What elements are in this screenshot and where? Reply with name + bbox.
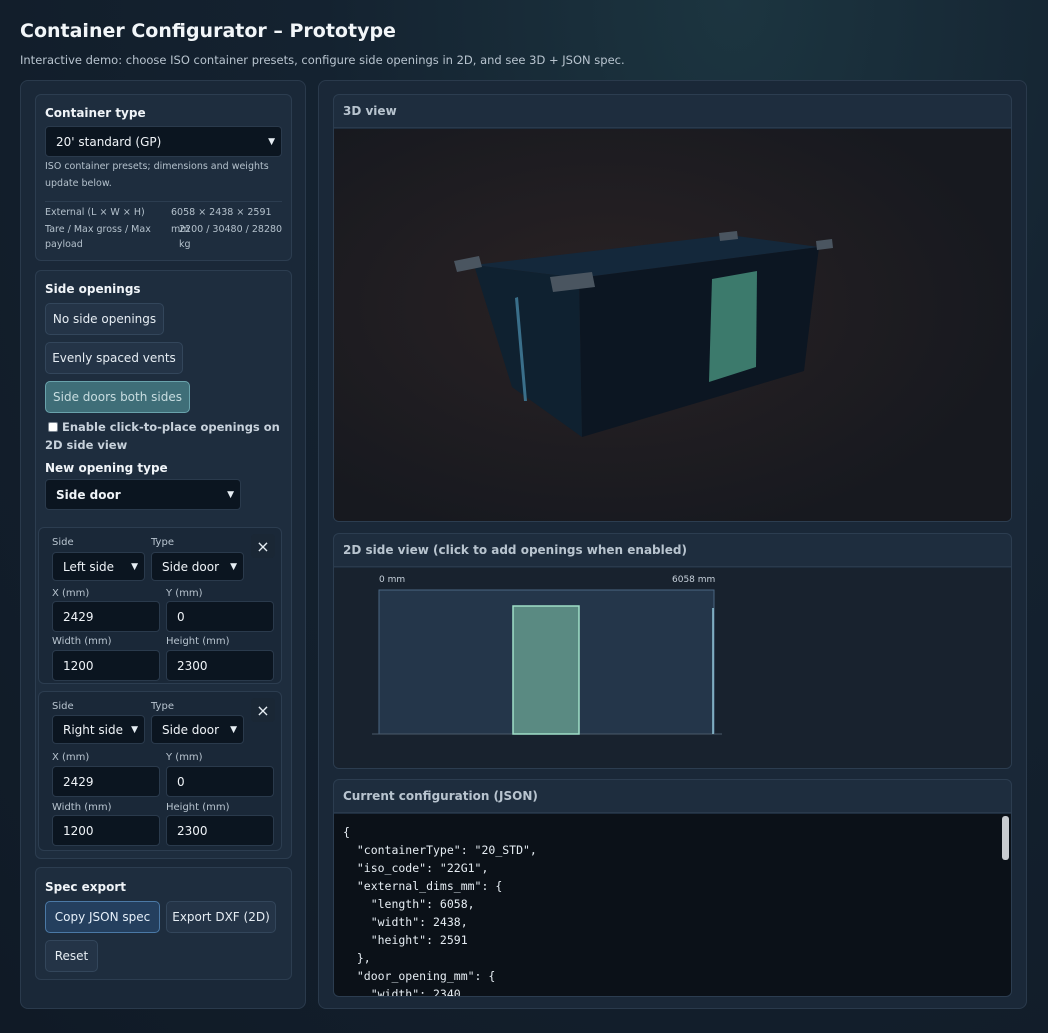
new-opening-type-value: Side door [56, 487, 121, 502]
opening-side-value: Left side [63, 559, 114, 574]
left-panel: Container type 20' standard (GP) ▼ ISO c… [20, 80, 306, 1009]
json-title: Current configuration (JSON) [334, 780, 1011, 813]
divider [45, 201, 282, 202]
width-value: 1200 [63, 658, 94, 673]
type-label: Type [151, 701, 174, 712]
external-dims-label: External (L × W × H) [45, 207, 145, 218]
page-title: Container Configurator – Prototype [20, 20, 396, 42]
view-2d-section: 2D side view (click to add openings when… [333, 533, 1012, 769]
type-label: Type [151, 537, 174, 548]
height-input[interactable]: 2300 [166, 650, 274, 681]
width-label: Width (mm) [52, 802, 112, 813]
copy-json-spec-button[interactable]: Copy JSON spec [45, 901, 160, 933]
y-label: Y (mm) [166, 752, 203, 763]
chevron-down-icon: ▼ [131, 561, 138, 572]
side-view-svg: 0 mm 6058 mm [372, 575, 722, 735]
json-scrollbar[interactable] [1002, 816, 1009, 860]
new-opening-type-select[interactable]: Side door ▼ [45, 479, 241, 510]
chevron-down-icon: ▼ [131, 724, 138, 735]
container-3d-render [334, 129, 1011, 521]
right-panel: 3D view 2D side view (click to add openi… [318, 80, 1027, 1009]
json-section: Current configuration (JSON) { "containe… [333, 779, 1012, 997]
x-input[interactable]: 2429 [52, 766, 160, 797]
chevron-down-icon: ▼ [227, 489, 234, 500]
view-3d-section: 3D view [333, 94, 1012, 522]
chevron-down-icon: ▼ [230, 724, 237, 735]
close-icon: × [256, 536, 270, 556]
view-3d-title: 3D view [334, 95, 1011, 128]
container-type-title: Container type [45, 106, 146, 120]
remove-opening-button[interactable]: × [251, 698, 275, 722]
view-2d-canvas[interactable]: 0 mm 6058 mm [334, 568, 1011, 768]
start-mm-label: 0 mm [379, 575, 405, 585]
y-value: 0 [177, 774, 185, 789]
y-input[interactable]: 0 [166, 601, 274, 632]
weights-label: Tare / Max gross / Max payload [45, 224, 151, 250]
width-input[interactable]: 1200 [52, 815, 160, 846]
container-type-card: Container type 20' standard (GP) ▼ ISO c… [35, 94, 292, 261]
container-type-select[interactable]: 20' standard (GP) ▼ [45, 126, 282, 157]
x-label: X (mm) [52, 588, 90, 599]
close-icon: × [256, 700, 270, 720]
weights-value: 2200 / 30480 / 28280 kg [179, 224, 283, 250]
y-label: Y (mm) [166, 588, 203, 599]
export-dxf-button[interactable]: Export DXF (2D) [166, 901, 276, 933]
y-input[interactable]: 0 [166, 766, 274, 797]
view-2d-title: 2D side view (click to add openings when… [334, 534, 1011, 567]
opening-side-select[interactable]: Left side ▼ [52, 552, 145, 581]
page-subtitle: Interactive demo: choose ISO container p… [20, 53, 625, 67]
side-openings-card: Side openings No side openings Evenly sp… [35, 270, 292, 859]
no-side-openings-button[interactable]: No side openings [45, 303, 164, 335]
container-type-hint: ISO container presets; dimensions and we… [45, 161, 269, 189]
width-label: Width (mm) [52, 636, 112, 647]
spec-export-title: Spec export [45, 880, 127, 894]
end-mm-label: 6058 mm [672, 575, 715, 585]
side-doors-both-sides-button[interactable]: Side doors both sides [45, 381, 190, 413]
chevron-down-icon: ▼ [230, 561, 237, 572]
x-value: 2429 [63, 609, 94, 624]
height-value: 2300 [177, 658, 208, 673]
opening-side-value: Right side [63, 722, 123, 737]
evenly-spaced-vents-button[interactable]: Evenly spaced vents [45, 342, 183, 374]
view-3d-canvas[interactable] [334, 129, 1011, 521]
opening-type-value: Side door [162, 722, 219, 737]
side-label: Side [52, 537, 74, 548]
opening-side-select[interactable]: Right side ▼ [52, 715, 145, 744]
side-openings-title: Side openings [45, 282, 141, 296]
height-label: Height (mm) [166, 636, 230, 647]
side-door-3d [709, 271, 757, 382]
chevron-down-icon: ▼ [268, 136, 275, 147]
side-door-2d[interactable] [512, 605, 580, 735]
x-label: X (mm) [52, 752, 90, 763]
opening-row: Side Type Right side ▼ Side door ▼ × X (… [38, 691, 282, 851]
opening-row: Side Type Left side ▼ Side door ▼ × X (m… [38, 527, 282, 684]
json-output[interactable]: { "containerType": "20_STD", "iso_code":… [334, 814, 1011, 996]
container-type-value: 20' standard (GP) [56, 134, 162, 149]
x-value: 2429 [63, 774, 94, 789]
x-input[interactable]: 2429 [52, 601, 160, 632]
opening-type-select[interactable]: Side door ▼ [151, 715, 244, 744]
y-value: 0 [177, 609, 185, 624]
opening-type-select[interactable]: Side door ▼ [151, 552, 244, 581]
height-label: Height (mm) [166, 802, 230, 813]
reset-button[interactable]: Reset [45, 940, 98, 972]
click-to-place-label: Enable click-to-place openings on 2D sid… [45, 420, 280, 452]
spec-export-card: Spec export Copy JSON spec Export DXF (2… [35, 867, 292, 980]
side-label: Side [52, 701, 74, 712]
width-value: 1200 [63, 823, 94, 838]
height-input[interactable]: 2300 [166, 815, 274, 846]
new-opening-type-title: New opening type [45, 461, 168, 475]
remove-opening-button[interactable]: × [251, 534, 275, 558]
opening-type-value: Side door [162, 559, 219, 574]
height-value: 2300 [177, 823, 208, 838]
width-input[interactable]: 1200 [52, 650, 160, 681]
